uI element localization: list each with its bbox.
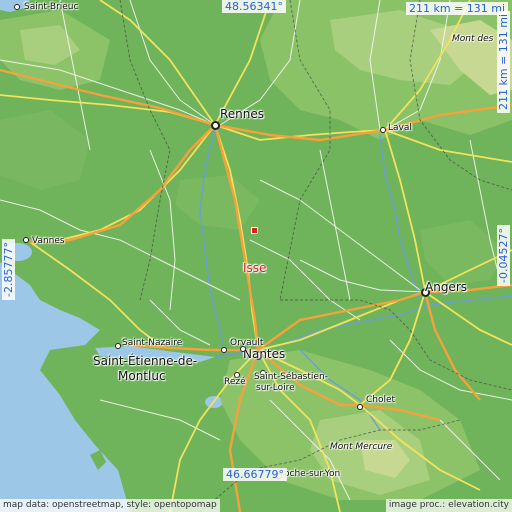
city-label-saint-sebastien-line1[interactable]: Saint-Sébastien- xyxy=(254,372,328,382)
coord-top-latitude: 48.56341° xyxy=(222,0,286,13)
city-label-nantes[interactable]: Nantes xyxy=(243,348,285,361)
map-credit[interactable]: map data: openstreetmap, style: opentopo… xyxy=(0,499,220,512)
city-marker-cholet-icon xyxy=(357,404,363,410)
city-marker-vannes-icon xyxy=(23,237,29,243)
peak-label-mont-des[interactable]: Mont des xyxy=(452,33,493,45)
city-label-orvault[interactable]: Orvault xyxy=(230,338,263,348)
coord-left-longitude: -2.85777° xyxy=(2,239,15,300)
city-label-vannes[interactable]: Vannes xyxy=(32,236,65,246)
poi-label[interactable]: Isse xyxy=(243,262,266,274)
image-credit[interactable]: image proc.: elevation.city xyxy=(385,499,512,512)
city-label-saint-sebastien-line2[interactable]: sur-Loire xyxy=(256,383,295,393)
city-label-saint-etienne-line1[interactable]: Saint-Étienne-de- xyxy=(93,355,197,368)
city-label-rennes[interactable]: Rennes xyxy=(220,108,264,121)
city-marker-saint-brieuc-icon xyxy=(14,4,20,10)
city-marker-rennes-icon xyxy=(211,121,220,130)
city-label-saint-brieuc[interactable]: Saint-Brieuc xyxy=(24,2,78,12)
city-label-laval[interactable]: Laval xyxy=(388,123,412,133)
city-marker-saint-etienne-icon xyxy=(221,347,227,353)
city-label-saint-nazaire[interactable]: Saint-Nazaire xyxy=(122,338,182,348)
peak-label-mont-mercure[interactable]: Mont Mercure xyxy=(330,441,392,453)
map-terrain xyxy=(0,0,512,512)
coord-bottom-latitude: 46.66779° xyxy=(223,468,287,481)
scale-vertical: 211 km = 131 mi xyxy=(497,10,510,113)
scale-horizontal: 211 km = 131 mi xyxy=(406,2,509,15)
city-label-angers[interactable]: Angers xyxy=(425,281,467,294)
city-marker-laval-icon xyxy=(380,127,386,133)
poi-marker-icon[interactable] xyxy=(251,227,258,234)
city-label-cholet[interactable]: Cholet xyxy=(366,395,395,405)
city-label-roche-sur-yon[interactable]: oche-sur-Yon xyxy=(284,469,340,479)
city-label-saint-etienne-line2[interactable]: Montluc xyxy=(118,370,166,383)
coord-right-longitude: -0.04527° xyxy=(497,225,510,286)
topographic-map[interactable]: Isse Rennes Nantes Angers Laval Vannes S… xyxy=(0,0,512,512)
city-marker-saint-nazaire-icon xyxy=(115,343,121,349)
city-label-reze[interactable]: Rezé xyxy=(224,377,246,387)
